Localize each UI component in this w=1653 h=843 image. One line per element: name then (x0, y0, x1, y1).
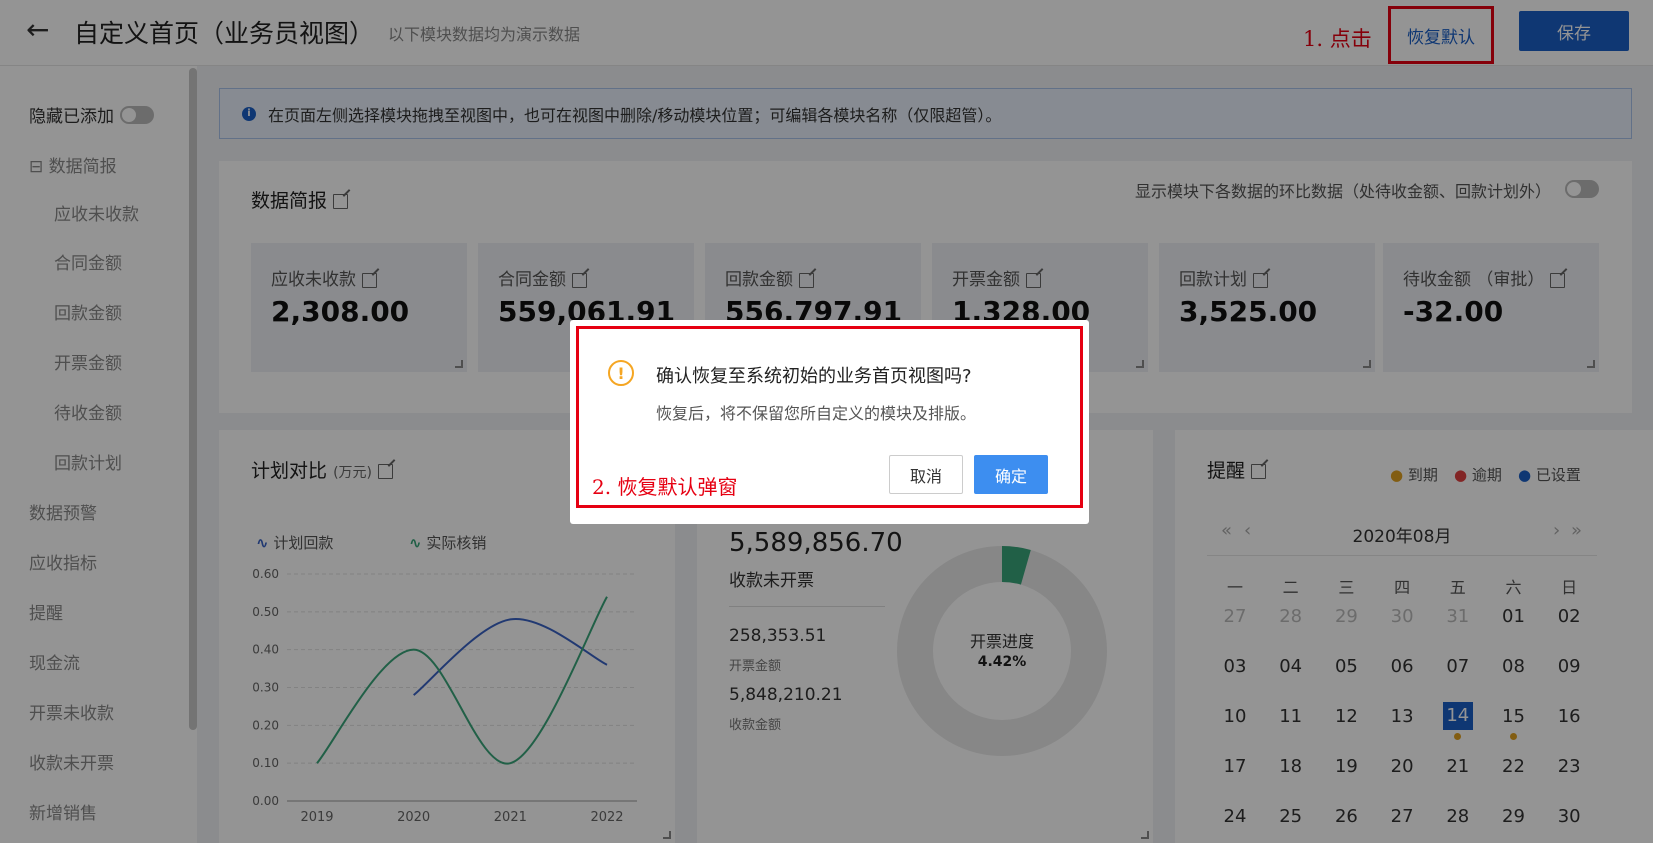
restore-confirm-dialog: ! 确认恢复至系统初始的业务首页视图吗? 恢复后，将不保留您所自定义的模块及排版… (570, 320, 1089, 524)
annotation-step-2: 2. 恢复默认弹窗 (592, 475, 738, 499)
dialog-description: 恢复后，将不保留您所自定义的模块及排版。 (656, 404, 977, 423)
cancel-button[interactable]: 取消 (889, 455, 963, 494)
confirm-button[interactable]: 确定 (974, 455, 1048, 494)
warning-icon: ! (608, 360, 634, 386)
dialog-title: 确认恢复至系统初始的业务首页视图吗? (656, 366, 972, 387)
